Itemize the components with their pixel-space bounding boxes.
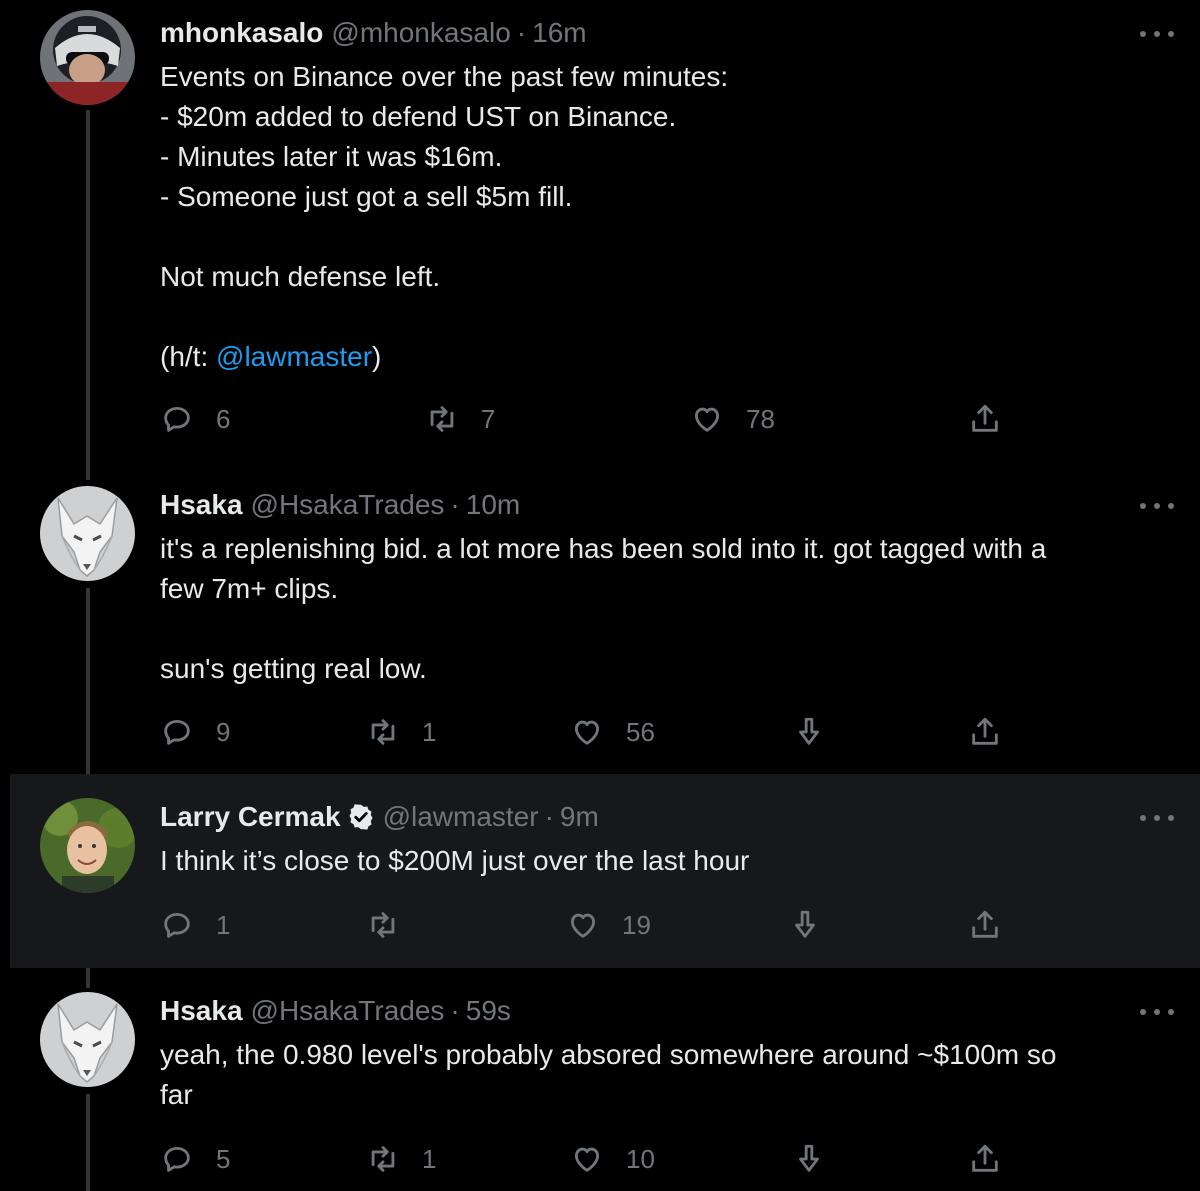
tweet-header: mhonkasalo @mhonkasalo · 16m <box>160 14 587 52</box>
reply-count: 9 <box>216 716 231 747</box>
like-button[interactable]: 78 <box>690 402 775 436</box>
reply-icon <box>164 406 190 432</box>
avatar-image <box>40 798 135 893</box>
author-name[interactable]: Larry Cermak <box>160 798 341 836</box>
share-button[interactable] <box>968 908 1002 942</box>
separator: · <box>450 489 460 520</box>
author-name[interactable]: Hsaka <box>160 992 243 1030</box>
reply-button[interactable]: 5 <box>160 1142 230 1176</box>
retweet-icon <box>371 719 395 745</box>
like-icon <box>694 407 720 432</box>
tip-button[interactable] <box>788 908 822 942</box>
retweet-icon <box>430 406 454 432</box>
retweet-button[interactable] <box>366 908 422 942</box>
tweet[interactable]: mhonkasalo @mhonkasalo · 16m Events on B… <box>0 0 1200 470</box>
author-handle[interactable]: @HsakaTrades <box>251 992 445 1030</box>
like-icon <box>574 1147 600 1172</box>
reply-button[interactable]: 9 <box>160 715 230 749</box>
retweet-count: 1 <box>422 716 437 747</box>
like-count: 19 <box>622 909 651 940</box>
tip-icon <box>799 1144 819 1172</box>
tweet-text-part: ) <box>372 341 382 372</box>
reply-icon <box>164 1146 190 1172</box>
tip-icon <box>799 717 819 745</box>
like-icon <box>574 720 600 745</box>
more-icon[interactable] <box>1140 813 1174 823</box>
tweet-text: Events on Binance over the past few minu… <box>160 57 1160 377</box>
share-button[interactable] <box>968 715 1002 749</box>
avatar[interactable] <box>40 486 135 581</box>
like-icon <box>570 913 596 938</box>
tweet[interactable]: Hsaka @HsakaTrades · 59s yeah, the 0.980… <box>0 968 1200 1191</box>
retweet-button[interactable]: 1 <box>366 1142 436 1176</box>
retweet-count: 7 <box>481 403 496 434</box>
share-button[interactable] <box>968 402 1002 436</box>
reply-count: 5 <box>216 1143 231 1174</box>
like-count: 10 <box>626 1143 655 1174</box>
timestamp[interactable]: 10m <box>466 486 520 524</box>
share-button[interactable] <box>968 1142 1002 1176</box>
author-handle[interactable]: @mhonkasalo <box>331 14 510 52</box>
tweet[interactable]: Hsaka @HsakaTrades · 10m it's a replenis… <box>0 470 1200 774</box>
tip-button[interactable] <box>792 1142 826 1176</box>
reply-button[interactable]: 1 <box>160 908 230 942</box>
tweet-text-part: Events on Binance over the past few minu… <box>160 61 729 372</box>
share-icon <box>972 1144 998 1172</box>
share-icon <box>972 717 998 745</box>
tweet-text: yeah, the 0.980 level's probably absored… <box>160 1039 1057 1110</box>
verified-badge-icon <box>349 804 373 830</box>
author-handle[interactable]: @HsakaTrades <box>251 486 445 524</box>
retweet-count: 1 <box>422 1143 437 1174</box>
mention-link[interactable]: @lawmaster <box>216 341 372 372</box>
more-icon[interactable] <box>1140 501 1174 511</box>
tip-icon <box>795 910 815 938</box>
like-button[interactable]: 10 <box>570 1142 655 1176</box>
retweet-icon <box>371 912 395 938</box>
author-handle[interactable]: @lawmaster <box>383 798 539 836</box>
tweet-header: Larry Cermak @lawmaster · 9m <box>160 798 599 836</box>
tweet-text: I think it’s close to $200M just over th… <box>160 845 750 876</box>
share-icon <box>972 404 998 432</box>
tweet-header: Hsaka @HsakaTrades · 59s <box>160 992 511 1030</box>
avatar[interactable] <box>40 798 135 893</box>
reply-count: 1 <box>216 909 231 940</box>
tweet-focused[interactable]: Larry Cermak @lawmaster · 9m I think it’… <box>10 774 1200 968</box>
reply-count: 6 <box>216 403 231 434</box>
retweet-button[interactable]: 7 <box>425 402 495 436</box>
reply-icon <box>164 719 190 745</box>
avatar-image <box>40 486 135 581</box>
like-button[interactable]: 19 <box>566 908 651 942</box>
avatar[interactable] <box>40 10 135 105</box>
timestamp[interactable]: 16m <box>532 14 586 52</box>
tweet-text: it's a replenishing bid. a lot more has … <box>160 533 1047 684</box>
timestamp[interactable]: 59s <box>466 992 511 1030</box>
reply-button[interactable]: 6 <box>160 402 230 436</box>
like-button[interactable]: 56 <box>570 715 655 749</box>
tweet-header: Hsaka @HsakaTrades · 10m <box>160 486 520 524</box>
retweet-button[interactable]: 1 <box>366 715 436 749</box>
separator: · <box>516 17 527 48</box>
like-count: 78 <box>746 403 775 434</box>
separator: · <box>450 995 460 1026</box>
share-icon <box>972 910 998 938</box>
avatar-image <box>40 10 135 105</box>
retweet-icon <box>371 1146 395 1172</box>
author-name[interactable]: Hsaka <box>160 486 243 524</box>
more-icon[interactable] <box>1140 29 1174 39</box>
separator: · <box>544 801 554 832</box>
like-count: 56 <box>626 716 655 747</box>
timestamp[interactable]: 9m <box>560 798 599 836</box>
avatar-image <box>40 992 135 1087</box>
reply-icon <box>164 912 190 938</box>
more-icon[interactable] <box>1140 1007 1174 1017</box>
avatar[interactable] <box>40 992 135 1087</box>
author-name[interactable]: mhonkasalo <box>160 14 323 52</box>
tip-button[interactable] <box>792 715 826 749</box>
